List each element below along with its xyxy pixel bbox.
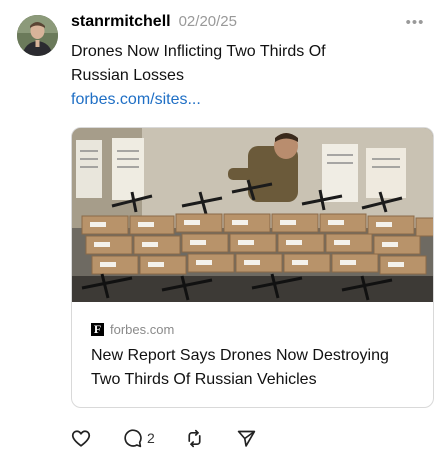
link-card-title[interactable]: New Report Says Drones Now Destroying Tw… bbox=[91, 344, 421, 392]
post-header: stanrmitchell 02/20/25 bbox=[71, 13, 237, 35]
share-button[interactable] bbox=[236, 428, 257, 449]
link-card-title-line: New Report Says Drones Now Destroying bbox=[91, 347, 389, 364]
forbes-favicon-icon: F bbox=[91, 323, 104, 336]
link-source: F forbes.com bbox=[91, 322, 174, 337]
reply-count: 2 bbox=[147, 430, 155, 446]
link-preview-card[interactable]: F forbes.com New Report Says Drones Now … bbox=[71, 127, 434, 408]
repost-icon bbox=[188, 429, 201, 447]
post-text-line: Russian Losses bbox=[71, 67, 184, 84]
repost-button[interactable] bbox=[184, 428, 205, 449]
heart-icon bbox=[71, 430, 91, 447]
avatar[interactable] bbox=[17, 15, 58, 56]
like-button[interactable] bbox=[70, 427, 92, 449]
source-domain: forbes.com bbox=[110, 322, 175, 337]
link-card-title-line: Two Thirds Of Russian Vehicles bbox=[91, 371, 317, 388]
more-horizontal-icon[interactable]: ••• bbox=[404, 11, 426, 33]
send-icon bbox=[237, 430, 256, 447]
post-link[interactable]: forbes.com/sites... bbox=[71, 88, 201, 112]
post-timestamp[interactable]: 02/20/25 bbox=[179, 13, 237, 30]
post-text: Drones Now Inflicting Two Thirds Of Russ… bbox=[71, 40, 421, 88]
link-preview-image[interactable] bbox=[72, 128, 433, 302]
reply-button[interactable]: 2 bbox=[122, 428, 155, 449]
post-actions: 2 bbox=[70, 426, 257, 450]
author-username[interactable]: stanrmitchell bbox=[71, 13, 171, 31]
post-text-line: Drones Now Inflicting Two Thirds Of bbox=[71, 43, 326, 60]
speech-bubble-icon bbox=[124, 428, 142, 447]
